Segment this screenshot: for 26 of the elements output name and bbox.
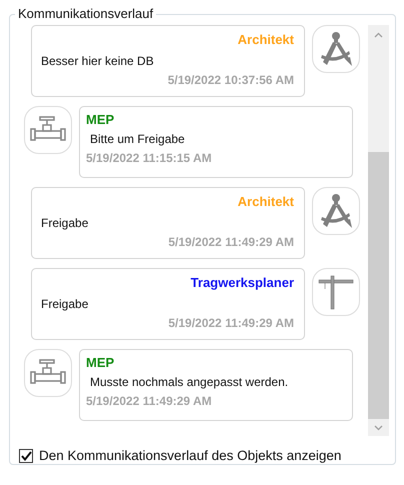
checkbox-label[interactable]: Den Kommunikationsverlauf des Objekts anzeigen (39, 448, 342, 463)
scroll-thumb[interactable] (368, 152, 389, 419)
message-time: 5/19/2022 11:49:29 AM (167, 316, 294, 331)
scroll-down-icon[interactable] (374, 424, 383, 430)
group-title: Kommunikationsverlauf (17, 6, 154, 22)
message-time: 5/19/2022 10:37:56 AM (166, 73, 294, 88)
message-text: Bitte um Freigabe (89, 131, 186, 147)
compass-icon (319, 31, 353, 67)
message-time: 5/19/2022 11:49:29 AM (167, 235, 294, 250)
sender-name: MEP (86, 112, 116, 128)
sender-name: MEP (86, 355, 116, 371)
message-text: Freigabe (41, 296, 90, 312)
sender-name: Architekt (236, 32, 294, 48)
compass-icon (319, 193, 353, 229)
message-time: 5/19/2022 11:49:29 AM (86, 394, 213, 409)
message-text: Musste nochmals angepasst werden. (89, 374, 290, 390)
message-text: Besser hier keine DB (41, 53, 155, 69)
sender-name: Architekt (236, 194, 294, 210)
scrollbar[interactable] (368, 25, 389, 436)
message-text: Freigabe (41, 215, 90, 231)
message-time: 5/19/2022 11:15:15 AM (86, 151, 213, 166)
scroll-up-icon[interactable] (374, 32, 383, 38)
checkbox[interactable] (19, 448, 33, 462)
check-icon (20, 450, 32, 460)
sender-name: Tragwerksplaner (190, 275, 294, 291)
crane-icon (317, 274, 355, 310)
